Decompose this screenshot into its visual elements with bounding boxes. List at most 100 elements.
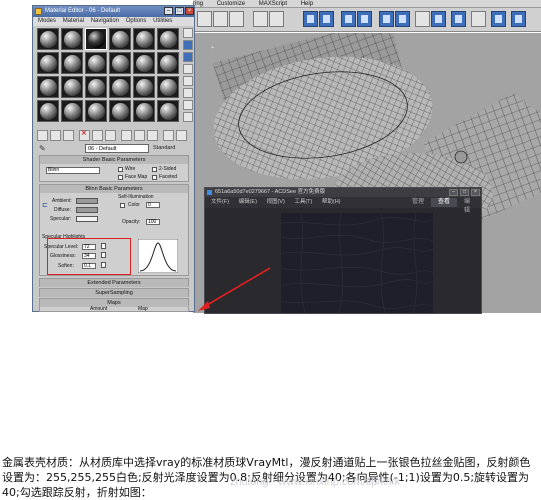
toolbar-tool-icon[interactable] (379, 11, 394, 27)
put-to-scene-icon[interactable] (50, 130, 61, 141)
material-slot[interactable] (109, 100, 131, 122)
material-id-icon[interactable] (121, 130, 132, 141)
wire-checkbox[interactable] (118, 167, 123, 172)
rollout-title[interactable]: Maps (40, 299, 188, 307)
material-slot[interactable] (85, 52, 107, 74)
material-slot[interactable] (37, 76, 59, 98)
sample-type-icon[interactable] (183, 28, 193, 38)
toolbar-tool-icon[interactable] (357, 11, 372, 27)
go-forward-icon[interactable] (176, 130, 187, 141)
put-to-library-icon[interactable] (105, 130, 116, 141)
mode-manage-tab[interactable]: 管理 (405, 198, 431, 207)
toolbar-tool-icon[interactable] (253, 11, 268, 27)
menu-file[interactable]: 文件(F) (211, 199, 229, 205)
menu-tools[interactable]: 工具(T) (294, 199, 312, 205)
mode-edit-tab[interactable]: 编辑 (457, 198, 477, 214)
minimize-icon[interactable]: – (449, 189, 458, 196)
specular-color-swatch[interactable] (76, 216, 98, 222)
material-slot[interactable] (157, 100, 179, 122)
material-slot[interactable] (133, 76, 155, 98)
material-slot[interactable] (85, 76, 107, 98)
material-slot[interactable] (37, 52, 59, 74)
max-menu-item[interactable]: MAXScript (259, 0, 287, 7)
toolbar-tool-icon[interactable] (197, 11, 212, 27)
material-slot[interactable] (109, 76, 131, 98)
rollout-title[interactable]: Extended Parameters (40, 279, 188, 287)
max-menu-item[interactable]: Help (301, 0, 313, 7)
rollout-title[interactable]: Shader Basic Parameters (40, 156, 188, 164)
material-slot[interactable] (85, 100, 107, 122)
rollout-title[interactable]: SuperSampling (40, 289, 188, 297)
menu-utilities[interactable]: Utilities (153, 18, 172, 24)
material-slot-active[interactable] (85, 28, 107, 50)
material-slot[interactable] (109, 52, 131, 74)
rollout-title[interactable]: Blinn Basic Parameters (40, 185, 188, 193)
material-slot[interactable] (61, 76, 83, 98)
maximize-icon[interactable]: □ (460, 189, 469, 196)
material-slot[interactable] (133, 28, 155, 50)
menu-help[interactable]: 帮助(H) (322, 199, 341, 205)
toolbar-tool-icon[interactable] (303, 11, 318, 27)
material-slot[interactable] (61, 100, 83, 122)
toolbar-tool-icon[interactable] (319, 11, 334, 27)
toolbar-tool-icon[interactable] (451, 11, 466, 27)
self-illum-color-checkbox[interactable] (120, 203, 125, 208)
assign-to-selection-icon[interactable] (63, 130, 74, 141)
background-icon[interactable] (183, 52, 193, 62)
diffuse-color-swatch[interactable] (76, 207, 98, 213)
options-icon[interactable] (183, 100, 193, 110)
two-sided-checkbox[interactable] (152, 167, 157, 172)
mode-view-tab[interactable]: 查看 (431, 198, 458, 207)
material-slot[interactable] (157, 76, 179, 98)
material-type-button[interactable]: Standard (153, 144, 188, 153)
toolbar-tool-icon[interactable] (491, 11, 506, 27)
material-slot[interactable] (157, 52, 179, 74)
eyedropper-icon[interactable]: ✎ (39, 144, 46, 153)
acdsee-titlebar[interactable]: 651a6a50d7e0279667 - ACDSee 官方免费版 – □ × (205, 188, 481, 197)
shader-type-dropdown[interactable]: Blinn (46, 167, 100, 174)
max-menu-item[interactable]: Customize (217, 0, 245, 7)
video-check-icon[interactable] (183, 76, 193, 86)
make-unique-icon[interactable] (92, 130, 103, 141)
toolbar-tool-icon[interactable] (431, 11, 446, 27)
show-map-icon[interactable] (134, 130, 145, 141)
go-to-parent-icon[interactable] (163, 130, 174, 141)
backlight-icon[interactable] (183, 40, 193, 50)
get-material-icon[interactable] (37, 130, 48, 141)
face-map-checkbox[interactable] (118, 175, 123, 180)
material-name-field[interactable]: 06 - Default (85, 144, 149, 153)
minimize-icon[interactable]: – (164, 7, 173, 15)
close-icon[interactable]: × (185, 7, 194, 15)
material-slot[interactable] (133, 100, 155, 122)
toolbar-tool-icon[interactable] (269, 11, 284, 27)
sample-uv-icon[interactable] (183, 64, 193, 74)
faceted-checkbox[interactable] (152, 175, 157, 180)
make-preview-icon[interactable] (183, 88, 193, 98)
menu-modes[interactable]: Modes (38, 18, 56, 24)
material-slot[interactable] (61, 28, 83, 50)
opacity-value[interactable]: 100 (146, 219, 160, 225)
material-editor-titlebar[interactable]: Material Editor - 06 - Default – □ × (33, 6, 194, 17)
menu-navigation[interactable]: Navigation (91, 18, 119, 24)
toolbar-tool-icon[interactable] (229, 11, 244, 27)
toolbar-tool-icon[interactable] (395, 11, 410, 27)
toolbar-tool-icon[interactable] (213, 11, 228, 27)
toolbar-tool-icon[interactable] (471, 11, 486, 27)
toolbar-tool-icon[interactable] (511, 11, 526, 27)
toolbar-tool-icon[interactable] (415, 11, 430, 27)
menu-edit[interactable]: 编辑(E) (239, 199, 257, 205)
select-by-material-icon[interactable] (183, 112, 193, 122)
material-slot[interactable] (109, 28, 131, 50)
menu-options[interactable]: Options (126, 18, 147, 24)
lock-icon[interactable]: ⊏ (42, 201, 48, 209)
ambient-color-swatch[interactable] (76, 198, 98, 204)
show-end-result-icon[interactable] (147, 130, 158, 141)
material-slot[interactable] (61, 52, 83, 74)
maximize-icon[interactable]: □ (175, 7, 184, 15)
material-slot[interactable] (37, 100, 59, 122)
material-slot[interactable] (133, 52, 155, 74)
menu-view[interactable]: 视图(V) (266, 199, 284, 205)
material-slot[interactable] (157, 28, 179, 50)
toolbar-tool-icon[interactable] (341, 11, 356, 27)
material-slot[interactable] (37, 28, 59, 50)
